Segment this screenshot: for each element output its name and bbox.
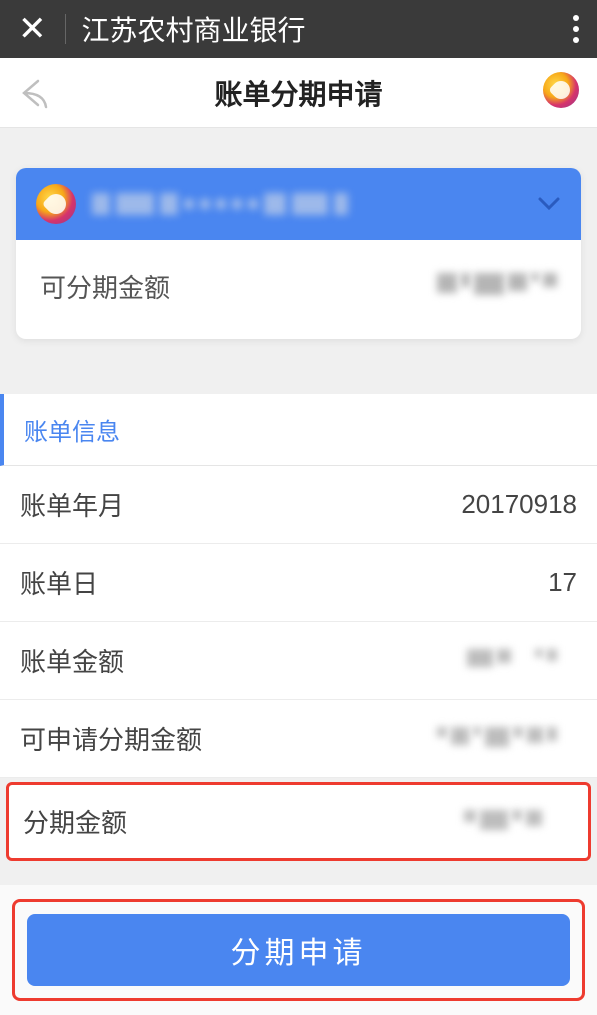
bill-yearmonth-label: 账单年月 [20,486,124,523]
apply-button[interactable]: 分期申请 [27,914,570,986]
applicable-amount-label: 可申请分期金额 [20,720,202,757]
row-bill-amount: 账单金额 [0,622,597,700]
app-header: 账单分期申请 [0,58,597,128]
bank-logo-icon [36,184,76,224]
row-bill-day: 账单日 17 [0,544,597,622]
installment-amount-value [464,810,574,834]
bill-day-value: 17 [548,567,577,598]
installable-amount-label: 可分期金额 [40,268,170,305]
bill-yearmonth-value: 20170918 [461,489,577,520]
close-icon[interactable]: ✕ [18,12,47,46]
installment-amount-label: 分期金额 [23,803,127,840]
bill-amount-value [467,649,577,673]
section-header-bill-info: 账单信息 [0,394,597,466]
row-bill-yearmonth: 账单年月 20170918 [0,466,597,544]
card-body: 可分期金额 [16,240,581,339]
more-menu-icon[interactable] [573,15,579,43]
account-card: 可分期金额 [16,168,581,339]
apply-highlight-frame: 分期申请 [12,899,585,1001]
row-applicable-amount: 可申请分期金额 [0,700,597,778]
system-titlebar: ✕ 江苏农村商业银行 [0,0,597,58]
account-selector[interactable] [16,168,581,240]
titlebar-divider [65,14,66,44]
footer-area: 分期申请 [0,885,597,1015]
bill-amount-label: 账单金额 [20,642,124,679]
page-title: 账单分期申请 [214,73,382,113]
bank-logo-icon [543,72,579,113]
app-name: 江苏农村商业银行 [82,9,574,49]
applicable-amount-value [437,727,577,751]
row-installment-amount[interactable]: 分期金额 [6,782,591,861]
back-icon[interactable] [18,77,52,109]
chevron-down-icon [537,196,561,212]
installable-amount-value [437,273,557,301]
account-number-masked [92,187,521,221]
bill-day-label: 账单日 [20,564,98,601]
